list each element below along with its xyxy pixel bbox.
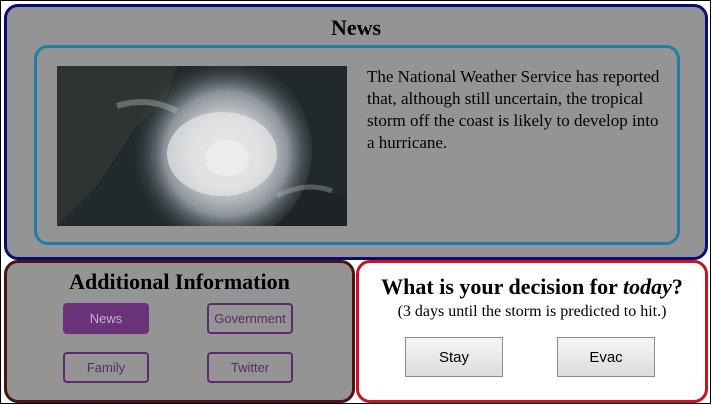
storm-satellite-image	[57, 66, 347, 226]
decision-question-suffix: ?	[671, 274, 683, 299]
news-title: News	[330, 15, 382, 40]
info-twitter-button[interactable]: Twitter	[207, 352, 293, 383]
decision-question-emphasis: today	[622, 274, 672, 299]
stay-button[interactable]: Stay	[405, 337, 503, 377]
news-body: The National Weather Service has reporte…	[367, 67, 660, 152]
news-panel: News The National Weather Service has re…	[4, 4, 708, 260]
decision-panel: What is your decision for today? (3 days…	[356, 260, 708, 403]
additional-info-title: Additional Information	[69, 269, 290, 294]
decision-subtitle: (3 days until the storm is predicted to …	[397, 303, 667, 320]
additional-info-panel: Additional Information News Government F…	[4, 260, 355, 403]
decision-question: What is your decision for today?	[359, 274, 705, 300]
evac-button[interactable]: Evac	[557, 337, 655, 377]
news-card: The National Weather Service has reporte…	[34, 45, 680, 245]
decision-question-prefix: What is your decision for	[381, 274, 623, 299]
info-government-button[interactable]: Government	[207, 303, 293, 334]
info-family-button[interactable]: Family	[63, 352, 149, 383]
info-news-button[interactable]: News	[63, 303, 149, 334]
